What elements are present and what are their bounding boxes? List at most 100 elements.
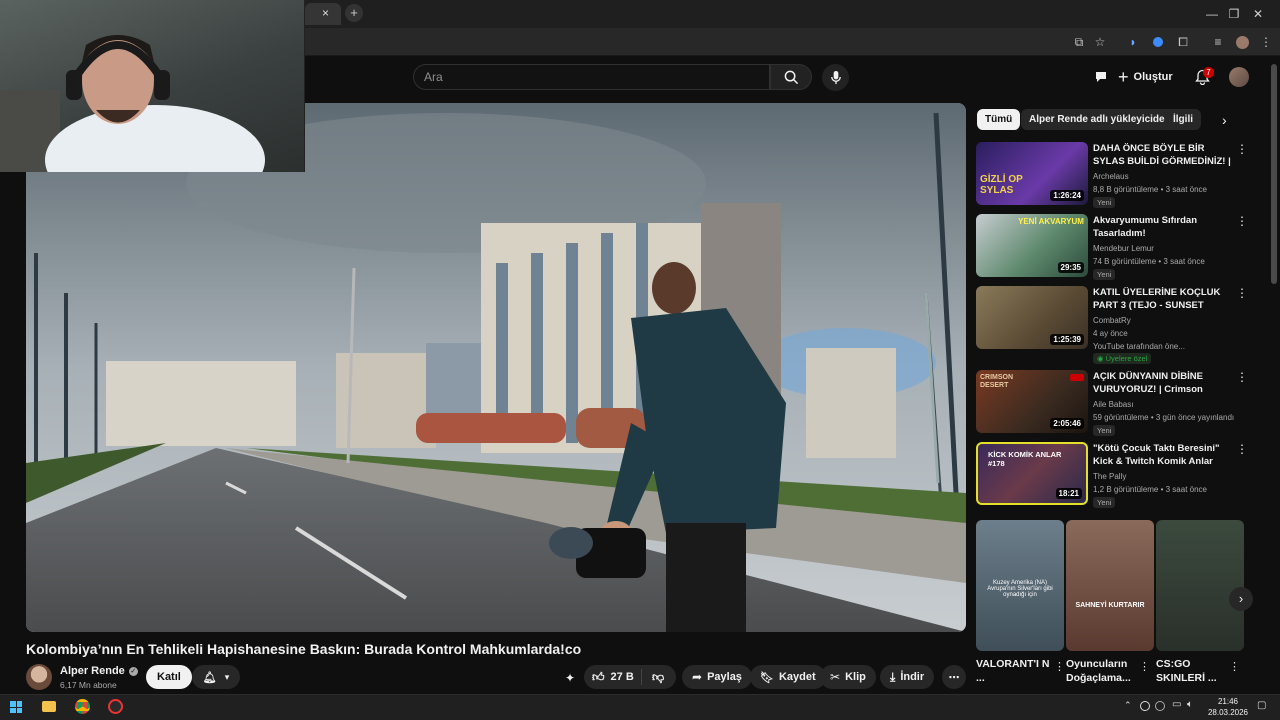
new-badge: Yeni <box>1093 497 1116 508</box>
channel-name[interactable]: Archelaus <box>1093 172 1243 181</box>
video-stats: 8,8 B görüntüleme • 3 saat önce <box>1093 185 1207 194</box>
recommended-video[interactable]: KİCK KOMİK ANLAR #178 18:21 "Kötü Çocuk … <box>976 442 1248 512</box>
profile-avatar-icon[interactable] <box>1234 34 1250 50</box>
share-button[interactable]: ➦ Paylaş <box>682 665 752 689</box>
chip-from-uploader[interactable]: Alper Rende adlı yükleyiciden <box>1021 109 1179 130</box>
save-button[interactable]: 🔖︎ Kaydet <box>750 665 826 689</box>
search-box[interactable] <box>413 64 770 90</box>
short-more-icon[interactable]: ⋮ <box>1229 660 1240 673</box>
video-duration: 29:35 <box>1057 262 1084 273</box>
chips-next-icon[interactable]: › <box>1222 112 1227 128</box>
voice-search-button[interactable] <box>822 64 849 91</box>
short-more-icon[interactable]: ⋮ <box>1054 660 1065 673</box>
page-scrollbar[interactable] <box>1271 64 1277 284</box>
short-thumbnail[interactable]: SAHNEYİ KURTARIR <box>1066 520 1154 651</box>
tray-sync-icon[interactable] <box>1155 701 1165 711</box>
video-title-link[interactable]: DAHA ÖNCE BÖYLE BİR SYLAS BUİLDİ GÖRMEDİ… <box>1093 142 1233 168</box>
scissors-icon: ✂ <box>830 670 841 684</box>
reading-list-icon[interactable]: ≡ <box>1210 34 1226 50</box>
short-thumbnail-text: SAHNEYİ KURTARIR <box>1075 602 1145 609</box>
like-button[interactable]: 👍︎ 27 B <box>584 669 642 685</box>
recording-app-icon[interactable] <box>108 699 123 714</box>
chat-assistant-icon[interactable] <box>1092 68 1110 86</box>
join-button[interactable]: Katıl <box>146 665 192 689</box>
short-thumbnail[interactable]: Kuzey Amerika (NA) Avrupa'nın Silver'lar… <box>976 520 1064 651</box>
windows-start-icon[interactable] <box>10 701 22 713</box>
install-app-icon[interactable]: ⧉ <box>1071 34 1087 50</box>
more-options-icon[interactable]: ⋮ <box>1236 371 1248 383</box>
video-duration: 1:26:24 <box>1050 190 1084 201</box>
video-player[interactable] <box>26 103 966 632</box>
video-stats: 4 ay önce <box>1093 329 1128 338</box>
network-icon[interactable]: ▭ <box>1172 699 1181 710</box>
new-tab-button[interactable]: + <box>345 4 363 22</box>
share-label: Paylaş <box>707 671 742 683</box>
taskbar-date[interactable]: 28.03.2026 <box>1203 708 1253 717</box>
search-input[interactable] <box>424 70 769 84</box>
more-actions-button[interactable]: ⋯ <box>942 665 966 689</box>
video-title-link[interactable]: KATIL ÜYELERİNE KOÇLUK PART 3 (TEJO - SU… <box>1093 286 1233 312</box>
members-only-label: Üyelere özel <box>1105 354 1148 363</box>
browser-menu-icon[interactable]: ⋮ <box>1258 34 1274 50</box>
download-icon: ⤓ <box>890 669 896 684</box>
ai-assist-icon[interactable]: ✦ <box>562 670 578 686</box>
video-thumbnail[interactable]: CRIMSON DESERT 2:05:46 <box>976 370 1088 433</box>
speaker-icon[interactable]: 🔈︎ <box>1187 699 1193 710</box>
taskbar-time[interactable]: 21:46 <box>1208 697 1248 706</box>
recommended-video[interactable]: CRIMSON DESERT 2:05:46 AÇIK DÜNYANIN DİB… <box>976 370 1248 440</box>
create-button[interactable]: + Oluştur <box>1118 64 1178 90</box>
channel-name[interactable]: Mendebur Lemur <box>1093 244 1243 253</box>
chrome-icon[interactable] <box>75 699 90 714</box>
create-label: Oluştur <box>1133 71 1173 83</box>
extension-icon-2[interactable] <box>1150 34 1166 50</box>
channel-name[interactable]: The Pally <box>1093 472 1243 481</box>
more-options-icon[interactable]: ⋮ <box>1236 143 1248 155</box>
recommended-video[interactable]: GİZLİ OP SYLAS 1:26:24 DAHA ÖNCE BÖYLE B… <box>976 142 1248 212</box>
notification-center-icon[interactable]: ▢ <box>1257 700 1266 711</box>
promotion-note: YouTube tarafından öne... <box>1093 342 1185 351</box>
bookmark-star-icon[interactable]: ☆ <box>1092 34 1108 50</box>
video-thumbnail[interactable]: 1:25:39 <box>976 286 1088 349</box>
short-thumbnail[interactable] <box>1156 520 1244 651</box>
video-title-link[interactable]: "Kötü Çocuk Taktı Beresini" Kick & Twitc… <box>1093 442 1233 468</box>
chip-related[interactable]: İlgili <box>1165 109 1201 130</box>
channel-name[interactable]: Alper Rende ✓ <box>60 665 138 677</box>
close-window-button[interactable]: ✕ <box>1236 0 1280 28</box>
recommended-video[interactable]: YENİ AKVARYUM 29:35 Akvaryumumu Sıfırdan… <box>976 214 1248 284</box>
video-thumbnail[interactable]: YENİ AKVARYUM 29:35 <box>976 214 1088 277</box>
video-thumbnail[interactable]: GİZLİ OP SYLAS 1:26:24 <box>976 142 1088 205</box>
video-thumbnail[interactable]: KİCK KOMİK ANLAR #178 18:21 <box>976 442 1088 505</box>
short-title[interactable]: Oyuncuların Doğaçlama... <box>1066 657 1146 687</box>
subscriber-count: 6,17 Mn abone <box>60 680 117 690</box>
video-stats: 74 B görüntüleme • 3 saat önce <box>1093 257 1205 266</box>
channel-name[interactable]: Aile Babası <box>1093 400 1243 409</box>
tray-app-icon[interactable] <box>1140 701 1150 711</box>
channel-name[interactable]: CombatRy <box>1093 316 1243 325</box>
search-button[interactable] <box>770 64 812 90</box>
download-button[interactable]: ⤓ İndir <box>880 665 935 689</box>
dislike-button[interactable]: 👎︎ <box>642 670 664 685</box>
tab-close-button[interactable]: × <box>322 6 329 20</box>
video-title-link[interactable]: AÇIK DÜNYANIN DİBİNE VURUYORUZ! | Crimso… <box>1093 370 1233 396</box>
chevron-down-icon: ▾ <box>224 671 230 682</box>
account-avatar[interactable] <box>1229 67 1249 87</box>
short-title[interactable]: CS:GO SKINLERİ ... <box>1156 657 1236 687</box>
shorts-next-button[interactable]: › <box>1229 587 1253 611</box>
subscription-bell-button[interactable]: 🔔︎ ▾ <box>192 665 240 689</box>
channel-avatar[interactable] <box>26 664 52 690</box>
extensions-puzzle-icon[interactable]: ⧠ <box>1175 34 1191 50</box>
more-options-icon[interactable]: ⋮ <box>1236 443 1248 455</box>
windows-taskbar <box>0 694 1280 720</box>
like-dislike-group: 👍︎ 27 B 👎︎ <box>584 665 676 689</box>
chip-all[interactable]: Tümü <box>977 109 1021 130</box>
recommended-video[interactable]: 1:25:39 KATIL ÜYELERİNE KOÇLUK PART 3 (T… <box>976 286 1248 368</box>
short-more-icon[interactable]: ⋮ <box>1139 660 1150 673</box>
file-explorer-icon[interactable] <box>42 701 56 712</box>
more-options-icon[interactable]: ⋮ <box>1236 215 1248 227</box>
extension-icon-1[interactable]: ◗ <box>1125 34 1141 50</box>
short-title[interactable]: VALORANT'I N ... <box>976 657 1056 687</box>
tray-chevron-up-icon[interactable]: ⌃ <box>1124 700 1132 711</box>
clip-button[interactable]: ✂ Klip <box>820 665 876 689</box>
more-options-icon[interactable]: ⋮ <box>1236 287 1248 299</box>
video-title-link[interactable]: Akvaryumumu Sıfırdan Tasarladım! <box>1093 214 1233 240</box>
